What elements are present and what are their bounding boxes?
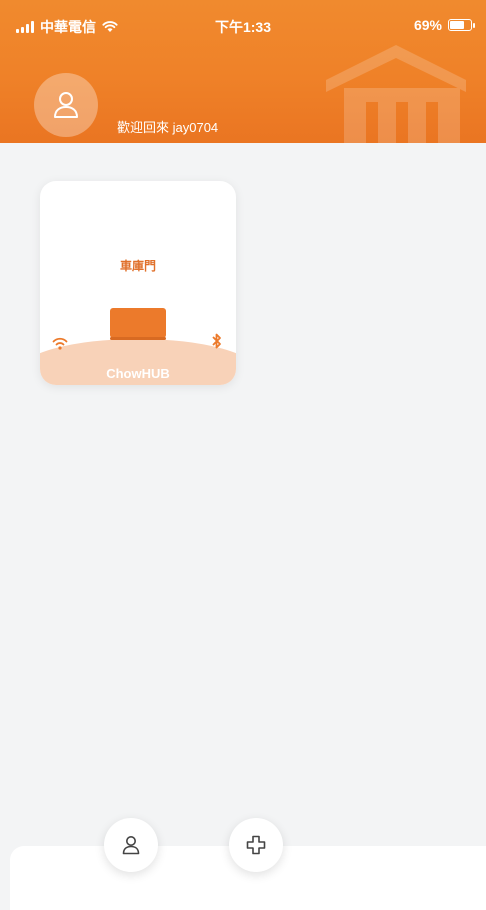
battery-percent: 69% [413, 17, 442, 33]
avatar[interactable] [34, 73, 98, 137]
battery-fill [450, 21, 464, 29]
add-device-button[interactable] [229, 818, 283, 872]
plus-icon [246, 835, 266, 855]
user-icon [122, 836, 140, 855]
welcome-text: 歡迎回來 jay0704 [117, 120, 219, 135]
device-name: 車庫門 [119, 259, 156, 273]
device-card[interactable]: 車庫門 ChowHUB [40, 181, 236, 385]
header: 中華電信 下午1:33 69% 歡迎回來 jay0704 [0, 0, 486, 143]
battery-icon [448, 19, 475, 31]
device-brand: ChowHUB [106, 366, 170, 381]
status-bar: 中華電信 下午1:33 69% [0, 0, 486, 44]
user-icon [54, 92, 78, 118]
bluetooth-icon [212, 333, 221, 349]
house-logo-watermark [326, 45, 466, 143]
wifi-icon [52, 337, 68, 350]
garage-door-device-icon [110, 308, 166, 340]
profile-button[interactable] [104, 818, 158, 872]
